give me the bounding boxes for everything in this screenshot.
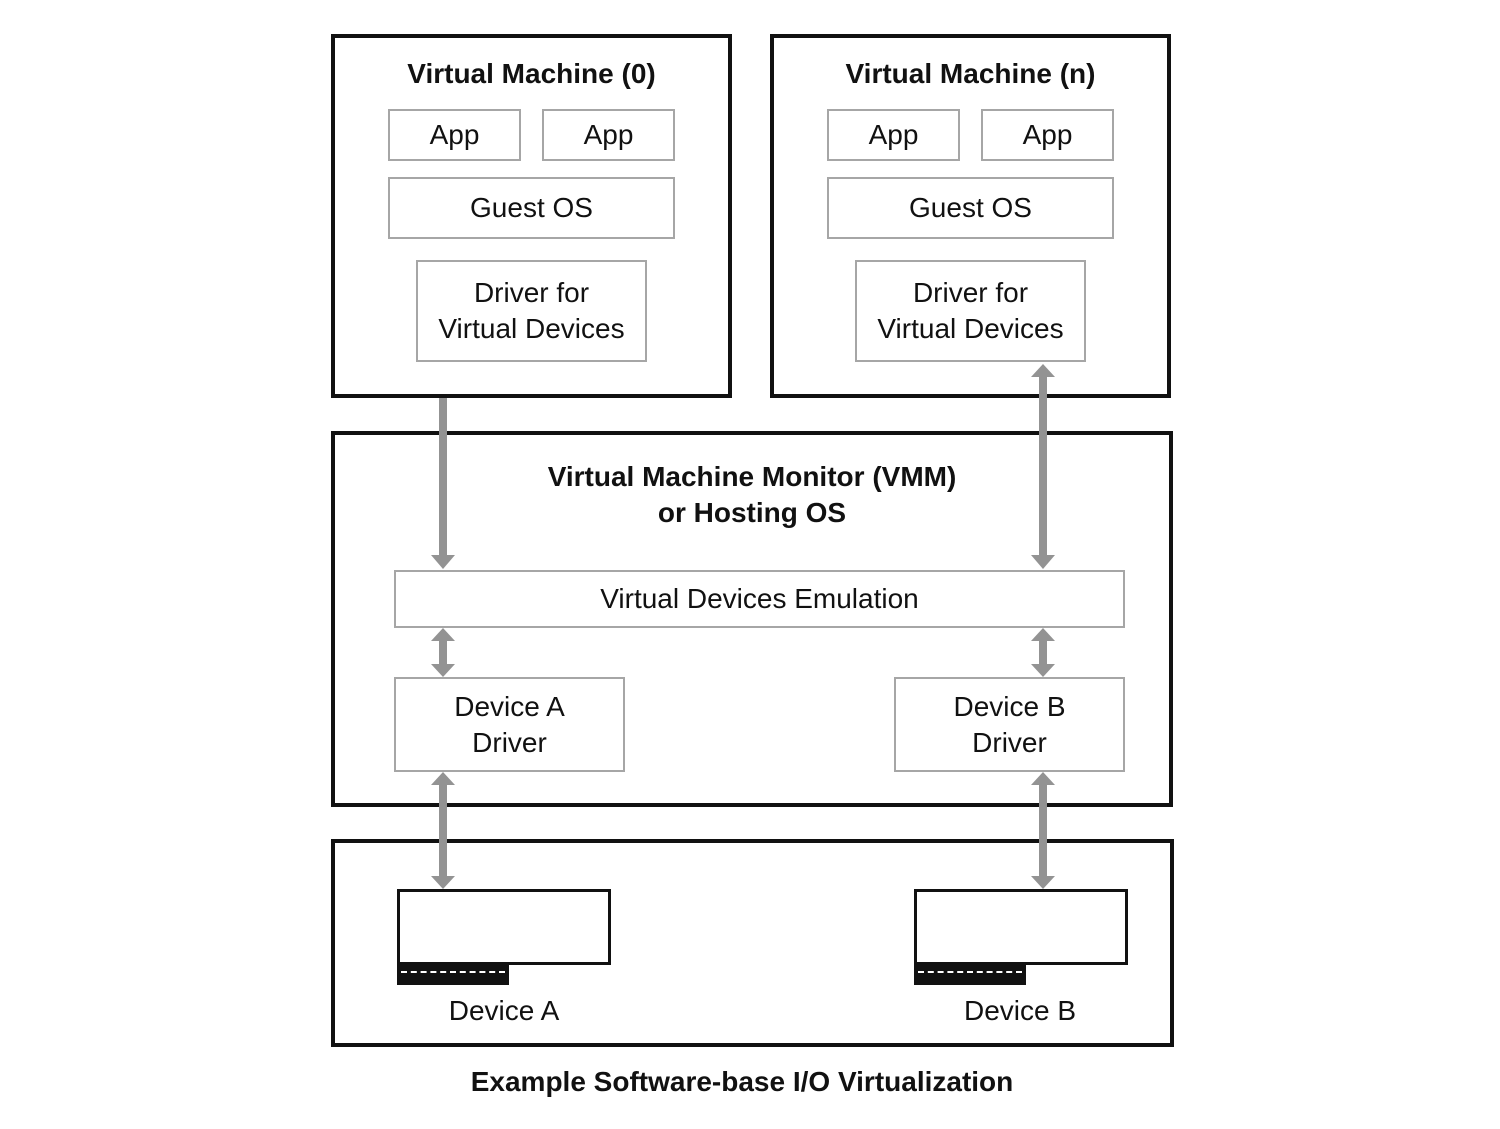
vmm-title-line2: or Hosting OS	[657, 497, 847, 528]
device-b-card	[914, 889, 1128, 965]
vmn-virtual-device-driver: Driver for Virtual Devices	[855, 260, 1086, 362]
device-a-driver-label-line2: Driver	[472, 726, 547, 758]
vm0-guest-os: Guest OS	[388, 177, 675, 239]
vmn-driver-label-line1: Driver for	[912, 277, 1029, 308]
vm0-app-2-label: App	[583, 119, 634, 150]
vmm-title-line1: Virtual Machine Monitor (VMM)	[547, 461, 957, 492]
device-b-label: Device B	[963, 995, 1077, 1026]
vm0-virtual-device-driver: Driver for Virtual Devices	[416, 260, 647, 362]
vm0-app-1: App	[388, 109, 521, 161]
vmn-app-1-label: App	[868, 119, 919, 150]
virtual-machine-n-title: Virtual Machine (n)	[845, 58, 1096, 89]
virtual-devices-emulation: Virtual Devices Emulation	[394, 570, 1125, 628]
vmn-guest-os-label: Guest OS	[909, 192, 1032, 223]
vm0-driver-label-line1: Driver for	[473, 277, 590, 308]
device-b-connector	[914, 964, 1026, 985]
diagram-caption: Example Software-base I/O Virtualization	[470, 1066, 1014, 1097]
device-a-driver-label-line1: Device A	[454, 690, 565, 722]
device-a-card	[397, 889, 611, 965]
virtual-devices-emulation-label: Virtual Devices Emulation	[600, 583, 919, 614]
vmn-app-1: App	[827, 109, 960, 161]
device-b-driver: Device B Driver	[894, 677, 1125, 772]
device-a-connector	[397, 964, 509, 985]
vm0-driver-label-line2: Virtual Devices	[438, 313, 625, 344]
vmn-guest-os: Guest OS	[827, 177, 1114, 239]
device-b-driver-label-line1: Device B	[953, 690, 1066, 722]
device-a-driver: Device A Driver	[394, 677, 625, 772]
vmn-app-2-label: App	[1022, 119, 1073, 150]
vm0-guest-os-label: Guest OS	[470, 192, 593, 223]
vm0-app-2: App	[542, 109, 675, 161]
virtual-machine-0-title: Virtual Machine (0)	[407, 58, 656, 89]
device-a-label: Device A	[448, 995, 560, 1026]
vmn-driver-label-line2: Virtual Devices	[877, 313, 1064, 344]
vm0-app-1-label: App	[429, 119, 480, 150]
vmn-app-2: App	[981, 109, 1114, 161]
device-b-driver-label-line2: Driver	[972, 726, 1047, 758]
